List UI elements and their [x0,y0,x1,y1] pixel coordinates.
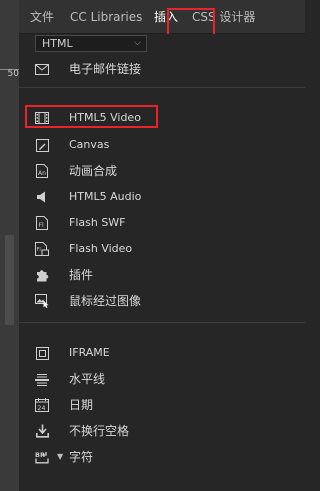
insert-item-flash-video[interactable]: Fl Flash Video [19,238,305,260]
iframe-icon [34,345,50,361]
svg-text:Fl: Fl [37,247,41,253]
insert-item-label: Flash Video [69,242,133,255]
insert-item-label: 日期 [69,398,94,412]
insert-item-iframe[interactable]: IFRAME [19,342,305,364]
nbsp-icon [34,423,50,439]
panel-tab-bar: 文件 CC Libraries 插入 CSS 设计器 [19,0,305,36]
svg-text:Fl: Fl [39,222,44,229]
insert-item-label: 字符 [69,450,94,464]
insert-item-rollover-image[interactable]: 鼠标经过图像 [19,290,305,312]
scrollbar-thumb[interactable] [5,235,14,325]
animation-file-icon: An [34,163,50,179]
separator [19,322,305,323]
svg-text:An: An [38,170,46,177]
insert-item-label: HTML5 Audio [69,190,142,203]
insert-item-character[interactable]: BR ▼ 字符 [19,446,305,468]
chevron-down-icon: ⌵ [134,38,141,48]
puzzle-piece-icon [34,267,50,283]
left-document-strip: 50 [0,0,19,491]
flash-file-icon: Fl [34,215,50,231]
flash-video-icon: Fl [34,241,50,257]
insert-panel: HTML ⌵ 电子邮件链接 HTML5 Video Canvas An 动画合成 [19,34,305,491]
insert-item-horizontal-rule[interactable]: 水平线 [19,368,305,390]
calendar-icon: 24 [34,397,50,413]
chevron-down-icon[interactable]: ▼ [57,452,63,461]
insert-item-label: 鼠标经过图像 [69,294,142,308]
insert-item-label: Flash SWF [69,216,126,229]
insert-item-label: IFRAME [69,346,110,359]
insert-item-date[interactable]: 24 日期 [19,394,305,416]
canvas-icon [34,137,50,153]
separator [19,87,305,88]
insert-item-label: Canvas [69,138,110,151]
html5-video-highlight-box [25,105,158,128]
insert-item-flash-swf[interactable]: Fl Flash SWF [19,212,305,234]
insert-item-label: 插件 [69,268,94,282]
horizontal-rule-icon [34,371,50,387]
insert-item-canvas[interactable]: Canvas [19,134,305,156]
tab-files[interactable]: 文件 [30,10,54,24]
calendar-number: 24 [37,404,45,412]
insert-item-label: 动画合成 [69,164,118,178]
insert-item-animation-composition[interactable]: An 动画合成 [19,160,305,182]
insert-item-label: 电子邮件链接 [69,62,142,76]
rollover-image-icon [34,293,50,309]
insert-item-nonbreaking-space[interactable]: 不换行空格 [19,420,305,442]
insert-item-email-link[interactable]: 电子邮件链接 [19,58,305,80]
tab-cc-libraries[interactable]: CC Libraries [70,10,142,24]
insert-item-html5-audio[interactable]: HTML5 Audio [19,186,305,208]
insert-tab-highlight-box [167,8,215,36]
special-character-icon: BR [34,449,50,465]
category-dropdown[interactable]: HTML ⌵ [35,35,147,52]
insert-item-label: 水平线 [69,372,106,386]
insert-item-label: 不换行空格 [69,424,130,438]
envelope-icon [34,61,50,77]
insert-item-plugin[interactable]: 插件 [19,264,305,286]
speaker-icon [34,189,50,205]
category-dropdown-value: HTML [42,37,73,50]
ruler-number: 50 [0,69,19,80]
